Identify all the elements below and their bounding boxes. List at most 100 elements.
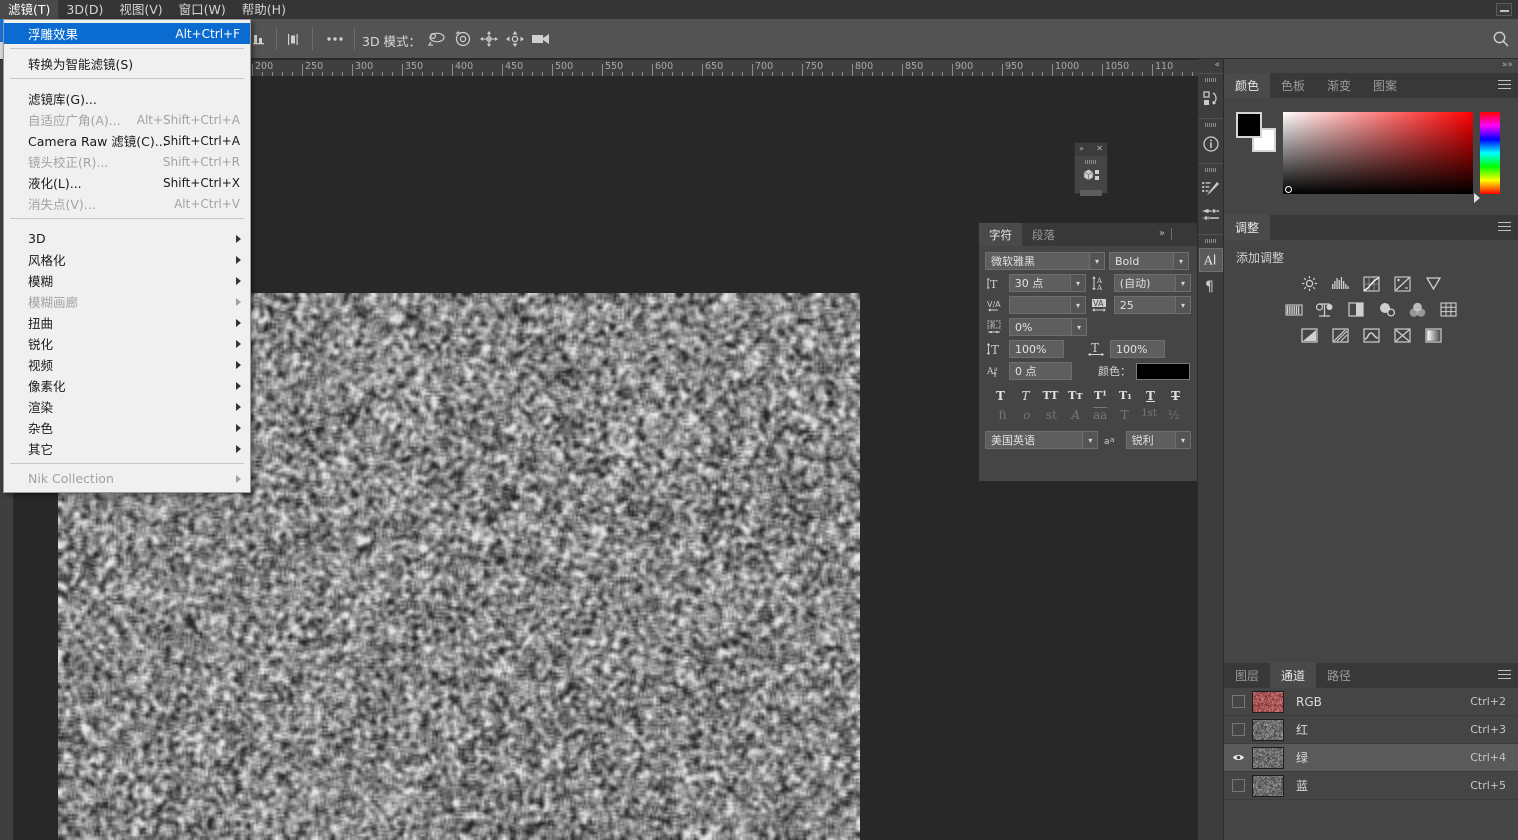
vibrance-icon[interactable]: [1422, 274, 1444, 293]
filter-menu-item[interactable]: 镜头校正(R)...Shift+Ctrl+R: [4, 151, 250, 172]
titling-alternates-button[interactable]: T: [1115, 408, 1134, 422]
baseline-shift-field[interactable]: 0 点: [1009, 362, 1072, 380]
filter-menu-item[interactable]: 杂色: [4, 417, 250, 438]
font-family-field[interactable]: 微软雅黑 ▾: [985, 252, 1105, 270]
photo-filter-icon[interactable]: [1376, 300, 1398, 319]
filter-menu-item[interactable]: 视频: [4, 354, 250, 375]
filter-menu-item[interactable]: 液化(L)...Shift+Ctrl+X: [4, 172, 250, 193]
threshold-icon[interactable]: [1360, 326, 1382, 345]
close-icon[interactable]: ✕: [1096, 144, 1103, 153]
kerning-field[interactable]: ▾: [1009, 296, 1086, 314]
color-swatches[interactable]: [1236, 112, 1276, 148]
3d-slider[interactable]: [1080, 190, 1102, 196]
chevron-down-icon[interactable]: ▾: [1071, 319, 1086, 335]
tab-paths[interactable]: 路径: [1316, 663, 1362, 688]
strikethrough-button[interactable]: T: [1166, 389, 1185, 403]
tab-patterns[interactable]: 图案: [1362, 73, 1408, 98]
subscript-button[interactable]: T₁: [1116, 389, 1135, 403]
chevron-down-icon[interactable]: ▾: [1089, 253, 1104, 269]
menu-filter[interactable]: 滤镜(T): [0, 0, 58, 19]
menu-3d[interactable]: 3D(D): [58, 0, 111, 19]
filter-menu-item[interactable]: 滤镜库(G)...: [4, 88, 250, 109]
color-picker-body[interactable]: [1224, 98, 1518, 213]
menu-window[interactable]: 窗口(W): [171, 0, 234, 19]
vertical-scale-field[interactable]: 100%: [1009, 340, 1064, 358]
chevron-right-icon[interactable]: »: [1079, 144, 1084, 153]
chevron-down-icon[interactable]: ▾: [1175, 297, 1190, 313]
channel-visibility-toggle[interactable]: [1224, 753, 1252, 762]
brush-presets-icon[interactable]: [1199, 177, 1223, 201]
filter-menu-item[interactable]: 模糊: [4, 270, 250, 291]
tab-channels[interactable]: 通道: [1270, 663, 1316, 688]
table-row[interactable]: 绿 Ctrl+4: [1224, 744, 1518, 772]
font-size-field[interactable]: 30 点 ▾: [1009, 274, 1086, 292]
filter-menu-item[interactable]: 风格化: [4, 249, 250, 270]
contextual-alternates-button[interactable]: o: [1017, 408, 1036, 422]
align-center-icon[interactable]: [278, 19, 308, 59]
underline-button[interactable]: T: [1141, 389, 1160, 403]
pan-3d-icon[interactable]: [476, 19, 502, 59]
filter-menu-item[interactable]: 模糊画廊: [4, 291, 250, 312]
panel-menu-icon[interactable]: [1498, 670, 1511, 681]
discretionary-ligatures-button[interactable]: st: [1042, 408, 1061, 422]
search-icon[interactable]: [1492, 30, 1510, 48]
tab-paragraph[interactable]: 段落: [1022, 223, 1065, 246]
slide-3d-icon[interactable]: [502, 19, 528, 59]
color-field[interactable]: [1283, 112, 1473, 194]
chevron-down-icon[interactable]: ▾: [1070, 275, 1085, 291]
faux-italic-button[interactable]: T: [1016, 389, 1035, 403]
filter-menu-item[interactable]: 锐化: [4, 333, 250, 354]
double-chevron-left-icon[interactable]: «: [1214, 60, 1220, 70]
color-balance-icon[interactable]: [1314, 300, 1336, 319]
foreground-color-swatch[interactable]: [1236, 112, 1262, 138]
filter-menu-dropdown[interactable]: 浮雕效果Alt+Ctrl+F转换为智能滤镜(S)滤镜库(G)...自适应广角(A…: [3, 19, 251, 493]
color-lookup-icon[interactable]: [1438, 300, 1460, 319]
panel-menu-icon[interactable]: [1498, 80, 1511, 91]
channel-mixer-icon[interactable]: [1407, 300, 1429, 319]
collapsed-3d-panel[interactable]: » ✕: [1074, 142, 1108, 194]
text-color-swatch[interactable]: [1136, 363, 1190, 380]
swash-button[interactable]: A: [1066, 408, 1085, 422]
channel-visibility-toggle[interactable]: [1224, 723, 1252, 736]
filter-menu-item[interactable]: Camera Raw 滤镜(C)...Shift+Ctrl+A: [4, 130, 250, 151]
menu-view[interactable]: 视图(V): [111, 0, 170, 19]
chevron-down-icon[interactable]: ▾: [1070, 297, 1085, 313]
character-icon[interactable]: A: [1199, 248, 1223, 272]
info-icon[interactable]: [1199, 132, 1223, 156]
rail-grip[interactable]: [1205, 78, 1217, 82]
roll-3d-icon[interactable]: [450, 19, 476, 59]
fractions-button[interactable]: ½: [1164, 408, 1183, 422]
faux-bold-button[interactable]: T: [991, 389, 1010, 403]
more-options-icon[interactable]: [320, 19, 350, 59]
filter-menu-item[interactable]: 转换为智能滤镜(S): [4, 53, 250, 74]
filter-menu-item[interactable]: 渲染: [4, 396, 250, 417]
tab-adjustments[interactable]: 调整: [1224, 215, 1270, 240]
camera-3d-icon[interactable]: [528, 19, 554, 59]
posterize-icon[interactable]: [1329, 326, 1351, 345]
panel-menu-icon[interactable]: [1498, 222, 1511, 233]
superscript-button[interactable]: T¹: [1091, 389, 1110, 403]
tab-color[interactable]: 颜色: [1224, 73, 1270, 98]
selective-color-icon[interactable]: [1391, 326, 1413, 345]
tab-character[interactable]: 字符: [979, 223, 1022, 246]
channel-visibility-toggle[interactable]: [1224, 779, 1252, 792]
brightness-contrast-icon[interactable]: [1298, 274, 1320, 293]
font-style-field[interactable]: Bold ▾: [1109, 252, 1189, 270]
chevron-down-icon[interactable]: ▾: [1175, 432, 1190, 448]
gradient-map-icon[interactable]: [1422, 326, 1444, 345]
chevron-down-icon[interactable]: ▾: [1175, 275, 1190, 291]
text-scale-field[interactable]: 0% ▾: [1009, 318, 1087, 336]
language-field[interactable]: 美国英语 ▾: [985, 431, 1098, 449]
all-caps-button[interactable]: TT: [1041, 389, 1060, 403]
invert-icon[interactable]: [1298, 326, 1320, 345]
filter-menu-item[interactable]: 浮雕效果Alt+Ctrl+F: [4, 23, 250, 44]
table-row[interactable]: 红 Ctrl+3: [1224, 716, 1518, 744]
filter-menu-item[interactable]: Nik Collection: [4, 468, 250, 489]
antialias-field[interactable]: 锐利 ▾: [1126, 431, 1191, 449]
tab-gradients[interactable]: 渐变: [1316, 73, 1362, 98]
filter-menu-item[interactable]: 扭曲: [4, 312, 250, 333]
tracking-field[interactable]: 25 ▾: [1114, 296, 1191, 314]
exposure-icon[interactable]: [1391, 274, 1413, 293]
rail-grip[interactable]: [1205, 239, 1217, 243]
curves-icon[interactable]: [1360, 274, 1382, 293]
